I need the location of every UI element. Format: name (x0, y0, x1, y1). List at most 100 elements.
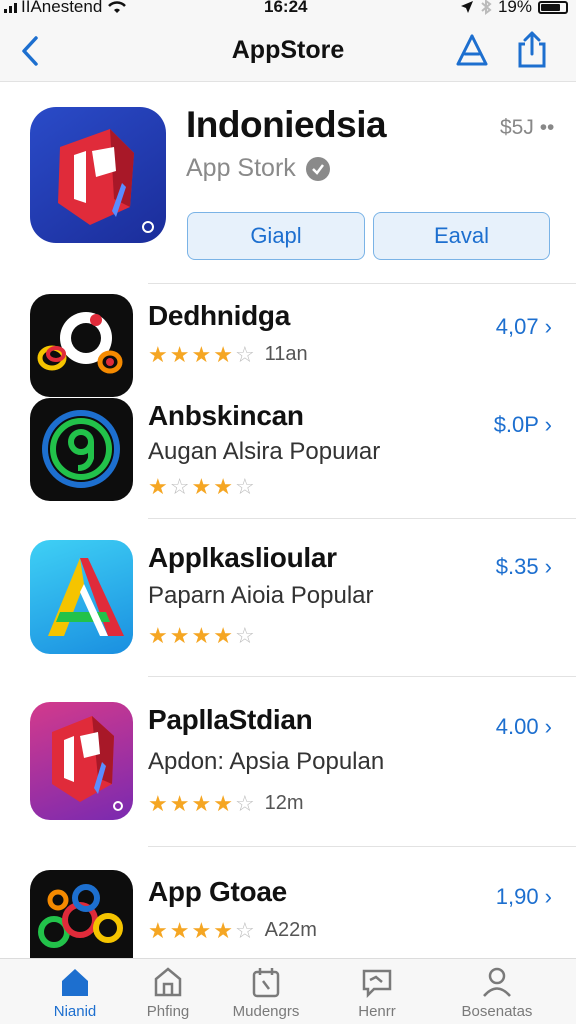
tab-calendar[interactable]: Mudengrs (211, 965, 321, 1020)
star-full-icon: ★ (169, 917, 190, 943)
app-description: Paparn Aioia Popular (148, 582, 374, 609)
app-icon (30, 398, 133, 501)
star-empty-icon: ☆ (234, 341, 255, 367)
share-icon[interactable] (512, 30, 552, 70)
featured-logo-icon (58, 129, 154, 233)
tab-profile[interactable]: Bosenatas (442, 965, 552, 1020)
tab-bar: Nianid Phfing Mudengrs Henrr Bosenatas (0, 958, 576, 1024)
star-full-icon: ★ (191, 790, 212, 816)
star-rating: ★ ★ ★ ★ ☆ 11an (148, 343, 308, 366)
app-price[interactable]: $.35 › (496, 554, 552, 580)
location-icon (460, 1, 473, 13)
status-right: 19% (460, 0, 568, 17)
status-time: 16:24 (264, 0, 308, 16)
battery-percent: 19% (497, 0, 532, 16)
star-half-icon: ★ (213, 623, 233, 648)
rating-count: 12m (264, 792, 304, 814)
rating-count: 11an (264, 343, 308, 365)
divider (148, 283, 576, 284)
app-icon (30, 540, 133, 654)
app-price[interactable]: 4,07 › (496, 314, 552, 340)
tab-chat[interactable]: Henrr (322, 965, 432, 1020)
rings-logo-icon (37, 312, 123, 374)
tab-store[interactable]: Phfing (113, 965, 223, 1020)
star-full-icon: ★ (213, 341, 233, 367)
featured-app-icon[interactable] (30, 107, 166, 243)
star-full-icon: ★ (169, 341, 190, 367)
list-item[interactable]: Applkaslioular Paparn Aioia Popular $.35… (0, 540, 576, 658)
star-full-icon: ★ (148, 790, 168, 816)
star-empty-icon: ☆ (234, 790, 255, 816)
star-rating: ★ ☆ ★ ★ ☆ (148, 476, 257, 498)
app-icon (30, 870, 133, 958)
star-rating: ★ ★ ★ ★ ☆ 12m (148, 792, 304, 815)
star-full-icon: ★ (191, 474, 212, 499)
star-empty-icon: ☆ (234, 474, 255, 499)
bluetooth-icon (481, 0, 492, 15)
star-rating: ★ ★ ★ ★ ☆ (148, 625, 257, 647)
featured-app-price: $5J •• (500, 116, 555, 139)
list-item[interactable]: Dedhnidga 4,07 › ★ ★ ★ ★ ☆ 11an (0, 294, 576, 397)
rating-count: A22m (264, 919, 317, 941)
app-name: Dedhnidga (148, 300, 290, 331)
star-full-icon: ★ (191, 623, 212, 648)
star-full-icon: ★ (169, 623, 190, 648)
featured-subtitle-text: App Stork (186, 154, 296, 182)
list-item[interactable]: App Gtoae 1,90 › ★ ★ ★ ★ ☆ A22m (0, 870, 576, 958)
status-bar: IIAnestend 16:24 19% (0, 0, 576, 20)
nav-bar: AppStore (0, 20, 576, 82)
star-half-icon: ★ (213, 790, 233, 816)
featured-app: Indoniedsia $5J •• App Stork Giapl Eaval (0, 82, 576, 282)
person-icon (483, 967, 511, 997)
battery-icon (538, 0, 568, 14)
star-empty-icon: ☆ (234, 917, 255, 943)
home-icon (62, 969, 88, 996)
tab-label: Phfing (146, 1003, 190, 1020)
chat-icon (362, 969, 392, 999)
divider (148, 846, 576, 847)
tab-label: Nianid (53, 1003, 97, 1020)
divider (148, 518, 576, 519)
eval-button[interactable]: Eaval (373, 212, 550, 260)
appstore-icon[interactable] (452, 32, 492, 70)
circle-nine-logo-icon (42, 410, 120, 488)
list-item[interactable]: PapllaStdian Aрdon: Apsia Populan 4.00 ›… (0, 702, 576, 826)
store-icon (154, 967, 182, 997)
letter-a-logo-icon (48, 558, 124, 636)
app-price[interactable]: 4.00 › (496, 714, 552, 740)
app-icon (30, 294, 133, 397)
star-full-icon: ★ (169, 790, 190, 816)
app-price[interactable]: 1,90 › (496, 884, 552, 910)
get-button[interactable]: Giapl (187, 212, 365, 260)
app-price[interactable]: $.0P › (494, 412, 552, 438)
featured-app-subtitle: App Stork (186, 154, 330, 183)
star-full-icon: ★ (213, 917, 233, 943)
star-full-icon: ★ (148, 623, 168, 648)
star-full-icon: ★ (191, 917, 212, 943)
featured-app-name: Indoniedsia (186, 104, 387, 145)
list-item[interactable]: Anbskincan Augan Alsira Popuиar $.0P › ★… (0, 398, 576, 516)
calendar-icon (252, 968, 280, 998)
carrier-label: IIAnestend (21, 0, 103, 16)
app-name: Anbskincan (148, 400, 304, 431)
tab-label: Bosenatas (461, 1003, 533, 1020)
star-full-icon: ★ (213, 474, 233, 499)
wifi-icon (108, 1, 127, 13)
star-full-icon: ★ (148, 341, 168, 367)
star-empty-icon: ☆ (234, 623, 255, 648)
divider (148, 676, 576, 677)
app-name: App Gtoae (148, 876, 287, 907)
app-description: Aрdon: Apsia Populan (148, 748, 385, 775)
tab-label: Henrr (358, 1003, 396, 1020)
star-rating: ★ ★ ★ ★ ☆ A22m (148, 919, 317, 942)
signal-icon (4, 1, 17, 13)
app-description: Augan Alsira Popuиar (148, 438, 381, 465)
app-name: Applkaslioular (148, 542, 337, 573)
star-full-icon: ★ (148, 474, 168, 499)
carrier-group: IIAnestend (4, 0, 128, 17)
star-full-icon: ★ (191, 341, 212, 367)
app-name: PapllaStdian (148, 704, 313, 735)
star-empty-icon: ☆ (169, 474, 190, 499)
gears-logo-icon (38, 884, 123, 948)
cube-logo-icon (52, 716, 123, 811)
